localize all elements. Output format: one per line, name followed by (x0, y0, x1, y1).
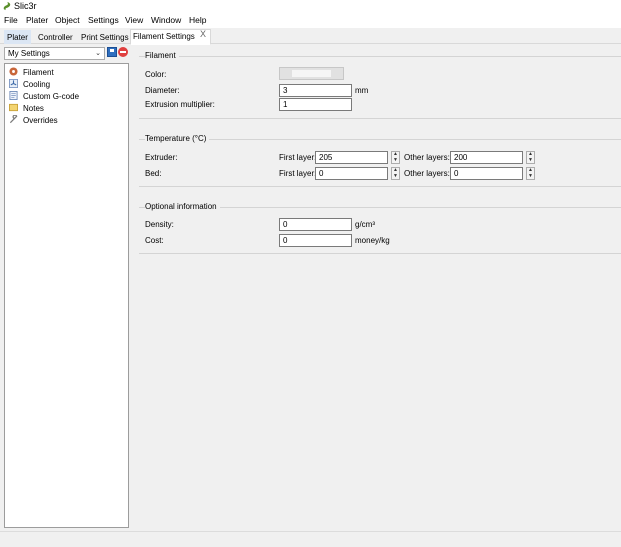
menu-plater[interactable]: Plater (26, 15, 48, 26)
tree-item-custom-gcode[interactable]: Custom G-code (9, 91, 79, 103)
menu-view[interactable]: View (125, 15, 143, 26)
color-picker[interactable] (279, 67, 344, 80)
menu-bar: File Plater Object Settings View Window … (0, 13, 621, 28)
color-label: Color: (145, 70, 167, 79)
cost-input[interactable]: 0 (279, 234, 352, 247)
bed-first-layer-spinner[interactable] (391, 167, 400, 180)
tree-item-label: Filament (23, 68, 54, 77)
spool-icon (9, 67, 18, 76)
script-icon (9, 91, 18, 100)
extruder-label: Extruder: (145, 153, 178, 162)
bed-other-layers-spinner[interactable] (526, 167, 535, 180)
tab-print-settings[interactable]: Print Settings (78, 30, 132, 44)
chevron-down-icon: ⌄ (95, 50, 101, 57)
density-unit: g/cm³ (355, 220, 375, 229)
extruder-first-layer-label: First layer: (279, 153, 317, 162)
tree-item-label: Custom G-code (23, 92, 80, 101)
tree-item-overrides[interactable]: Overrides (9, 115, 58, 127)
density-input[interactable]: 0 (279, 218, 352, 231)
group-title-temperature: Temperature (°C) (145, 134, 210, 144)
cost-unit: money/kg (355, 236, 390, 245)
diameter-input[interactable]: 3 (279, 84, 352, 97)
tab-controller[interactable]: Controller (35, 30, 76, 44)
bed-first-layer-label: First layer: (279, 169, 317, 178)
tab-close-icon[interactable]: X (200, 29, 206, 39)
extrusion-multiplier-label: Extrusion multiplier: (145, 100, 215, 109)
tree-item-filament[interactable]: Filament (9, 67, 54, 79)
save-preset-icon[interactable] (107, 47, 117, 57)
tree-item-notes[interactable]: Notes (9, 103, 44, 115)
extrusion-multiplier-input[interactable]: 1 (279, 98, 352, 111)
density-label: Density: (145, 220, 174, 229)
menu-object[interactable]: Object (55, 15, 80, 26)
tree-item-label: Cooling (23, 80, 51, 89)
tab-strip: Plater Controller Print Settings Filamen… (0, 28, 621, 45)
tab-filament-settings-label: Filament Settings (133, 32, 195, 41)
menu-settings[interactable]: Settings (88, 15, 119, 26)
extruder-other-layers-spinner[interactable] (526, 151, 535, 164)
delete-preset-icon[interactable] (118, 47, 128, 57)
bed-other-layers-label: Other layers: (404, 169, 450, 178)
preset-selected-value: My Settings (8, 49, 50, 58)
settings-tree: Filament Cooling Custom G-code Notes Ove… (4, 63, 129, 528)
diameter-label: Diameter: (145, 86, 180, 95)
fan-icon (9, 79, 18, 88)
extruder-first-layer-spinner[interactable] (391, 151, 400, 164)
window-title: Slic3r (14, 1, 37, 11)
menu-file[interactable]: File (4, 15, 18, 26)
preset-dropdown[interactable]: My Settings ⌄ (4, 47, 105, 60)
menu-window[interactable]: Window (151, 15, 181, 26)
bed-first-layer-input[interactable]: 0 (315, 167, 388, 180)
title-bar: Slic3r (0, 0, 621, 13)
tab-plater[interactable]: Plater (4, 30, 31, 44)
diameter-unit: mm (355, 86, 369, 95)
bed-other-layers-input[interactable]: 0 (450, 167, 523, 180)
tree-item-label: Notes (23, 104, 44, 113)
group-title-optional-information: Optional information (145, 202, 220, 212)
group-title-filament: Filament (145, 51, 179, 61)
status-bar (0, 531, 621, 547)
wrench-icon (9, 115, 18, 124)
slic3r-logo-icon (3, 2, 11, 11)
optional-info-group (139, 207, 621, 254)
extruder-first-layer-input[interactable]: 205 (315, 151, 388, 164)
menu-help[interactable]: Help (189, 15, 206, 26)
extruder-other-layers-label: Other layers: (404, 153, 450, 162)
tree-item-label: Overrides (23, 116, 58, 125)
bed-label: Bed: (145, 169, 162, 178)
extruder-other-layers-input[interactable]: 200 (450, 151, 523, 164)
note-icon (9, 103, 18, 112)
tab-filament-settings[interactable]: Filament Settings (130, 29, 211, 45)
cost-label: Cost: (145, 236, 164, 245)
tree-item-cooling[interactable]: Cooling (9, 79, 50, 91)
